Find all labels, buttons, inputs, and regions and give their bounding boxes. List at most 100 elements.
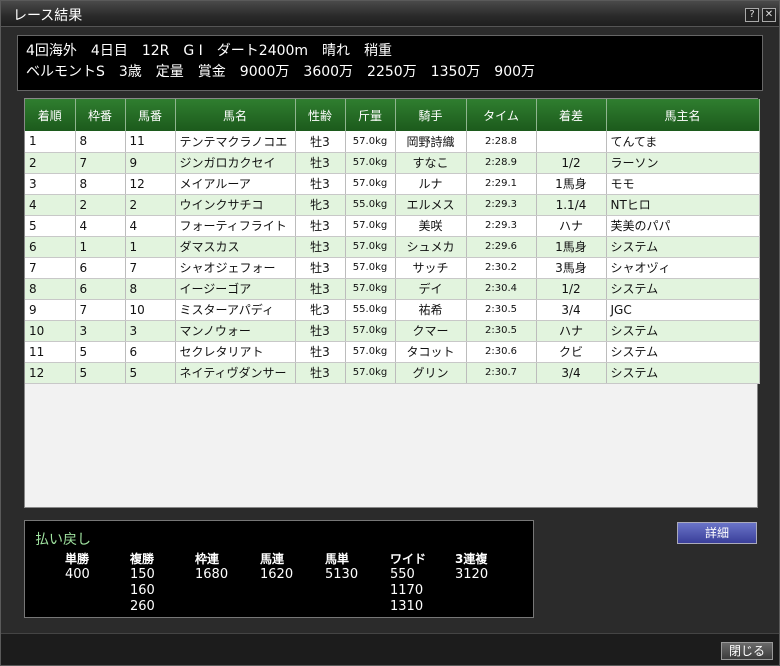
- table-cell: 5: [75, 341, 126, 363]
- payout-amount: 260: [130, 599, 155, 614]
- table-row[interactable]: 10 3 3 マンノウォー 牡3 57.0kg クマー 2:30.5 ハナ システム: [25, 320, 760, 342]
- table-row[interactable]: 4 2 2 ウインクサチコ 牝3 55.0kg エルメス 2:29.3 1.1/4 NTヒロ: [25, 194, 760, 216]
- table-cell: 11: [25, 341, 76, 363]
- payout-title: 払い戻し: [35, 532, 91, 548]
- table-cell: 6: [125, 341, 176, 363]
- payout-bet-type: 枠連: [195, 552, 220, 566]
- payout-bet-type: 馬連: [260, 552, 285, 566]
- table-cell: 2:28.8: [466, 131, 537, 153]
- payout-amount: 1170: [390, 583, 424, 598]
- payout-amount: 400: [65, 567, 90, 582]
- table-cell: 8: [75, 131, 126, 153]
- table-row[interactable]: 9 7 10 ミスターアパディ 牝3 55.0kg 祐希 2:30.5 3/4 JGC: [25, 299, 760, 321]
- table-cell: 12: [25, 362, 76, 384]
- results-table: 着順 枠番 馬番 馬名 性齢 斤量 騎手 タイム 着差 馬主名 1 8 11 テンテマクラノコエ 牡3 57…: [25, 99, 760, 384]
- table-cell: 祐希: [395, 299, 467, 321]
- table-cell: 牡3: [295, 320, 346, 342]
- table-cell: 牡3: [295, 173, 346, 195]
- table-cell: 牡3: [295, 362, 346, 384]
- table-row[interactable]: 11 5 6 セクレタリアト 牡3 57.0kg タコット 2:30.6 クビ システム: [25, 341, 760, 363]
- close-button[interactable]: 閉じる: [721, 642, 773, 660]
- table-row[interactable]: 2 7 9 ジンガロカクセイ 牡3 57.0kg すなこ 2:28.9 1/2 ラーソン: [25, 152, 760, 174]
- race-name-prizes: ベルモントS 3歳 定量 賞金 9000万 3600万 2250万 1350万 …: [26, 64, 536, 80]
- table-cell: 2:30.7: [466, 362, 537, 384]
- table-cell: フォーティフライト: [175, 215, 296, 237]
- payout-amount: 550: [390, 567, 415, 582]
- table-cell: 10: [125, 299, 176, 321]
- table-cell: システム: [606, 341, 760, 363]
- table-cell: 1/2: [536, 152, 607, 174]
- table-cell: シャオジェフォー: [175, 257, 296, 279]
- help-button[interactable]: ?: [745, 8, 759, 22]
- payout-amount: 5130: [325, 567, 359, 582]
- table-cell: システム: [606, 362, 760, 384]
- table-cell: 美咲: [395, 215, 467, 237]
- table-row[interactable]: 3 8 12 メイアルーア 牡3 57.0kg ルナ 2:29.1 1馬身 モモ: [25, 173, 760, 195]
- column-header: 馬番: [125, 99, 176, 131]
- table-cell: 2:29.6: [466, 236, 537, 258]
- table-cell: ハナ: [536, 215, 607, 237]
- table-cell: エルメス: [395, 194, 467, 216]
- payout-column: 単勝 400: [65, 551, 90, 583]
- column-header: タイム: [466, 99, 537, 131]
- table-cell: 1: [75, 236, 126, 258]
- results-table-container[interactable]: 着順 枠番 馬番 馬名 性齢 斤量 騎手 タイム 着差 馬主名 1 8 11 テンテマクラノコエ 牡3 57…: [24, 98, 760, 508]
- table-row[interactable]: 8 6 8 イージーゴア 牡3 57.0kg デイ 2:30.4 1/2 システム: [25, 278, 760, 300]
- table-cell: 牡3: [295, 131, 346, 153]
- table-cell: 8: [25, 278, 76, 300]
- payout-column: 馬単 5130: [325, 551, 358, 583]
- table-cell: 5: [125, 362, 176, 384]
- table-cell: 2:30.2: [466, 257, 537, 279]
- table-cell: 9: [25, 299, 76, 321]
- payout-amount: 1680: [195, 567, 229, 582]
- table-row[interactable]: 1 8 11 テンテマクラノコエ 牡3 57.0kg 岡野詩織 2:28.8 てんてま: [25, 131, 760, 153]
- table-cell: テンテマクラノコエ: [175, 131, 296, 153]
- payout-column: 枠連 1680: [195, 551, 228, 583]
- payout-bet-type: 3連複: [455, 552, 488, 566]
- race-result-window: レース結果 ? ✕ 4回海外 4日目 12R G Ⅰ ダート2400m 晴れ 稍…: [0, 0, 780, 666]
- column-header: 枠番: [75, 99, 126, 131]
- table-cell: 57.0kg: [345, 131, 396, 153]
- table-cell: 9: [125, 152, 176, 174]
- table-cell: 牡3: [295, 278, 346, 300]
- table-cell: システム: [606, 236, 760, 258]
- table-row[interactable]: 6 1 1 ダマスカス 牡3 57.0kg シュメカ 2:29.6 1馬身 システム: [25, 236, 760, 258]
- table-cell: 2:30.4: [466, 278, 537, 300]
- footer-bar: 閉じる: [1, 633, 779, 665]
- table-cell: 5: [25, 215, 76, 237]
- table-cell: クマー: [395, 320, 467, 342]
- close-icon[interactable]: ✕: [762, 8, 776, 22]
- table-cell: シュメカ: [395, 236, 467, 258]
- table-cell: 12: [125, 173, 176, 195]
- column-header: 斤量: [345, 99, 396, 131]
- table-cell: イージーゴア: [175, 278, 296, 300]
- table-header-row: 着順 枠番 馬番 馬名 性齢 斤量 騎手 タイム 着差 馬主名: [25, 99, 760, 131]
- payout-column: 3連複 3120: [455, 551, 488, 583]
- table-cell: 10: [25, 320, 76, 342]
- table-row[interactable]: 12 5 5 ネイティヴダンサー 牡3 57.0kg グリン 2:30.7 3/4 システム: [25, 362, 760, 384]
- payout-amount: 150: [130, 567, 155, 582]
- table-cell: 55.0kg: [345, 299, 396, 321]
- table-cell: 2: [75, 194, 126, 216]
- payout-amount: 1620: [260, 567, 294, 582]
- table-cell: 3: [125, 320, 176, 342]
- detail-button[interactable]: 詳細: [677, 522, 757, 544]
- payout-bet-type: ワイド: [390, 552, 427, 566]
- table-row[interactable]: 5 4 4 フォーティフライト 牡3 57.0kg 美咲 2:29.3 ハナ 芙美のパパ: [25, 215, 760, 237]
- table-cell: 57.0kg: [345, 215, 396, 237]
- column-header: 騎手: [395, 99, 467, 131]
- table-cell: 3馬身: [536, 257, 607, 279]
- table-cell: 2:30.5: [466, 299, 537, 321]
- table-cell: 3: [25, 173, 76, 195]
- table-cell: 3/4: [536, 362, 607, 384]
- table-cell: 2: [125, 194, 176, 216]
- table-row[interactable]: 7 6 7 シャオジェフォー 牡3 57.0kg サッチ 2:30.2 3馬身 シャオヅィ: [25, 257, 760, 279]
- table-cell: シャオヅィ: [606, 257, 760, 279]
- table-cell: 牡3: [295, 341, 346, 363]
- table-cell: タコット: [395, 341, 467, 363]
- table-cell: 11: [125, 131, 176, 153]
- table-cell: 2:29.3: [466, 194, 537, 216]
- payout-amount: 1310: [390, 599, 424, 614]
- table-cell: 57.0kg: [345, 257, 396, 279]
- table-cell: 4: [25, 194, 76, 216]
